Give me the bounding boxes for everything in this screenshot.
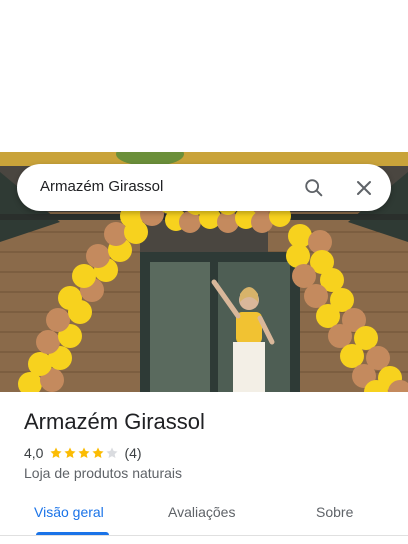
tab-bar: Visão geral Avaliações Sobre (0, 496, 408, 544)
tab-about[interactable]: Sobre (316, 504, 353, 520)
rating-value: 4,0 (24, 445, 44, 461)
star-icon (92, 447, 105, 458)
place-panel: Armazém Girassol 4,0 (4) Loja de produto… (0, 392, 408, 544)
close-icon[interactable] (354, 178, 374, 198)
star-icon (50, 447, 63, 458)
star-icon (64, 447, 77, 458)
search-query[interactable]: Armazém Girassol (40, 178, 163, 195)
review-count[interactable]: (4) (124, 445, 141, 461)
star-icon (106, 447, 119, 458)
place-category: Loja de produtos naturais (24, 465, 182, 481)
star-icon (78, 447, 91, 458)
search-bar[interactable]: Armazém Girassol (17, 164, 391, 211)
tab-divider (0, 535, 408, 536)
search-icon[interactable] (303, 177, 325, 199)
rating-row[interactable]: 4,0 (4) (24, 444, 142, 462)
place-title: Armazém Girassol (24, 409, 205, 434)
tab-overview[interactable]: Visão geral (34, 504, 104, 520)
tab-reviews[interactable]: Avaliações (168, 504, 235, 520)
blank-area (0, 0, 408, 152)
rating-stars (49, 446, 119, 460)
